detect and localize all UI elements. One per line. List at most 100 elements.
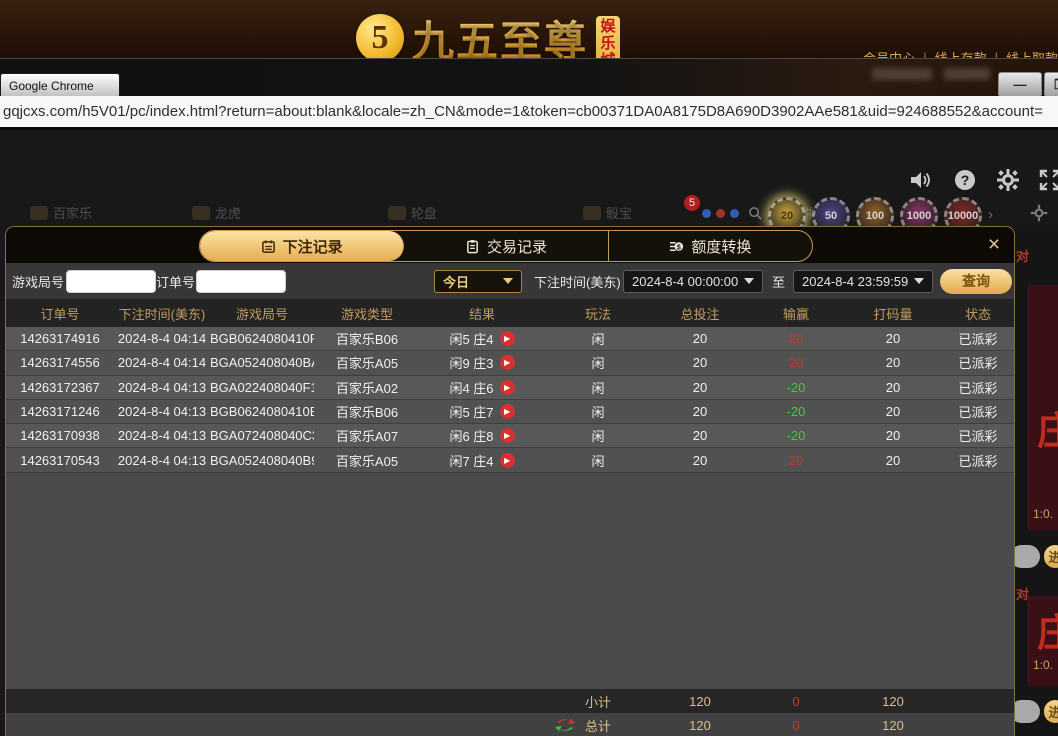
- side-enter-button[interactable]: 进: [1044, 700, 1058, 723]
- transaction-record-icon: [467, 239, 478, 253]
- exchange-arrows-icon: [554, 715, 576, 735]
- cell-order-no: 14263174916: [20, 331, 100, 347]
- cell-winloss: 20: [788, 331, 804, 347]
- date-to-value: 2024-8-4 23:59:59: [802, 273, 909, 289]
- table-body: 14263174916 2024-8-4 04:14 BGB0624080410…: [6, 327, 1014, 689]
- tab-label: 交易记录: [486, 238, 547, 256]
- table-settings-gear-icon[interactable]: [1030, 204, 1048, 222]
- side-card-odds: 1:0.: [1033, 658, 1054, 672]
- chevron-down-icon: [914, 278, 924, 284]
- cell-bet-time: 2024-8-4 04:14: [117, 331, 207, 347]
- magnifier-icon[interactable]: [748, 206, 763, 221]
- credit-transfer-icon: $: [670, 241, 684, 251]
- table-row[interactable]: 14263170938 2024-8-4 04:13 BGA072408040C…: [6, 424, 1014, 449]
- cell-result: 闲5 庄4 ▶: [420, 329, 544, 348]
- cell-turnover: 20: [885, 355, 901, 371]
- settings-gear-icon[interactable]: [996, 168, 1020, 192]
- cell-game-type: 百家乐B06: [335, 405, 399, 421]
- notice-badge: 5: [684, 195, 700, 211]
- play-icon[interactable]: ▶: [499, 379, 515, 395]
- minimize-button[interactable]: —: [998, 72, 1042, 97]
- side-card-odds: 1:0.: [1033, 507, 1054, 521]
- volume-icon[interactable]: [908, 168, 932, 192]
- close-icon[interactable]: ×: [981, 232, 1007, 258]
- cell-play-type: 闲: [591, 380, 605, 396]
- game-nav-item[interactable]: 龙虎: [192, 203, 241, 222]
- screen: 5 九五至尊 娱 乐 城 会员中心|线上存款|线上取款 — ❐ Google C…: [0, 0, 1058, 736]
- cell-result: 闲7 庄4 ▶: [420, 451, 544, 470]
- bet-record-icon: [261, 239, 275, 253]
- side-card-panel[interactable]: 庄 1:0.: [1028, 596, 1058, 686]
- mini-chip-icon: [702, 209, 711, 218]
- cell-turnover: 20: [885, 452, 901, 468]
- nav-item-label: 骰宝: [606, 206, 633, 221]
- play-icon[interactable]: ▶: [499, 428, 515, 444]
- date-from-select[interactable]: 2024-8-4 00:00:00: [623, 269, 763, 293]
- query-button[interactable]: 查询: [940, 268, 1012, 294]
- cell-game-type: 百家乐A07: [335, 429, 399, 445]
- play-icon[interactable]: ▶: [499, 355, 515, 371]
- game-nav-item[interactable]: 轮盘: [388, 203, 437, 222]
- table-row[interactable]: 14263174556 2024-8-4 04:14 BGA052408040B…: [6, 351, 1014, 376]
- badge-char: 乐: [600, 35, 616, 52]
- subtotal-row: 小计 120 0 120: [6, 689, 1014, 713]
- cell-total-bet: 20: [692, 331, 708, 347]
- result-text: 闲4 庄6: [449, 380, 494, 396]
- side-enter-button[interactable]: 进: [1044, 545, 1058, 568]
- subtotal-winloss: 0: [792, 693, 800, 709]
- result-text: 闲9 庄3: [449, 356, 494, 372]
- cell-game-round: BGA022408040F1: [210, 379, 314, 395]
- cell-game-round: BGA072408040C3: [210, 428, 314, 444]
- help-icon[interactable]: ?: [953, 168, 977, 192]
- to-label: 至: [772, 274, 786, 290]
- game-nav-item[interactable]: 骰宝: [583, 203, 632, 222]
- cell-game-type: 百家乐A02: [335, 380, 399, 396]
- tab-bet-records[interactable]: 下注记录: [200, 231, 405, 261]
- bet-records-dialog: 下注记录 交易记录 $ 额度转换 × 游戏局号 订单号 今日 下注时间(美东): [5, 226, 1015, 736]
- cell-total-bet: 20: [692, 355, 708, 371]
- column-header: 玩法: [584, 306, 611, 322]
- table-row[interactable]: 14263170543 2024-8-4 04:13 BGA052408040B…: [6, 448, 1014, 473]
- date-range-value: 今日: [443, 274, 470, 290]
- tab-credit-transfer[interactable]: $ 额度转换: [609, 231, 812, 261]
- cell-game-type: 百家乐B06: [335, 332, 399, 348]
- cell-status: 已派彩: [958, 332, 998, 348]
- cell-play-type: 闲: [591, 332, 605, 348]
- table-row[interactable]: 14263174916 2024-8-4 04:14 BGB0624080410…: [6, 327, 1014, 352]
- cell-winloss: 20: [788, 355, 804, 371]
- tab-transaction-records[interactable]: 交易记录: [404, 231, 609, 261]
- subtotal-label: 小计: [584, 694, 611, 710]
- cell-status: 已派彩: [958, 356, 998, 372]
- cell-status: 已派彩: [958, 429, 998, 445]
- mini-chip-icon: [716, 209, 725, 218]
- side-card-tag: 对: [1016, 249, 1030, 264]
- play-icon[interactable]: ▶: [499, 452, 515, 468]
- chips-more-arrow[interactable]: ›: [988, 206, 993, 223]
- game-nav-item[interactable]: 百家乐: [30, 203, 92, 222]
- table-row[interactable]: 14263172367 2024-8-4 04:13 BGA022408040F…: [6, 375, 1014, 400]
- game-round-input[interactable]: [66, 269, 156, 293]
- side-card-banker: 庄: [1037, 411, 1058, 453]
- cell-bet-time: 2024-8-4 04:14: [117, 355, 207, 371]
- fullscreen-icon[interactable]: [1038, 168, 1058, 192]
- cell-order-no: 14263172367: [20, 379, 100, 395]
- url-bar[interactable]: gqjcxs.com/h5V01/pc/index.html?return=ab…: [0, 96, 1058, 130]
- table-row[interactable]: 14263171246 2024-8-4 04:13 BGB0624080410…: [6, 399, 1014, 425]
- cell-game-type: 百家乐A05: [335, 356, 399, 372]
- play-icon[interactable]: ▶: [499, 404, 515, 420]
- nav-item-label: 轮盘: [411, 206, 438, 221]
- nav-item-icon: [583, 205, 601, 220]
- maximize-button[interactable]: ❐: [1044, 72, 1058, 97]
- play-icon[interactable]: ▶: [499, 331, 515, 347]
- side-card-panel[interactable]: 庄 1:0.: [1028, 285, 1058, 530]
- column-header: 游戏局号: [235, 306, 288, 322]
- date-to-select[interactable]: 2024-8-4 23:59:59: [793, 269, 933, 293]
- date-range-select[interactable]: 今日: [434, 269, 522, 293]
- date-from-value: 2024-8-4 00:00:00: [632, 273, 739, 289]
- result-text: 闲7 庄4: [449, 453, 494, 469]
- badge-char: 娱: [600, 18, 616, 35]
- order-no-input[interactable]: [196, 269, 286, 293]
- cell-result: 闲5 庄7 ▶: [420, 402, 544, 421]
- logo-95-icon: 5: [356, 14, 404, 62]
- cell-winloss: -20: [786, 428, 806, 444]
